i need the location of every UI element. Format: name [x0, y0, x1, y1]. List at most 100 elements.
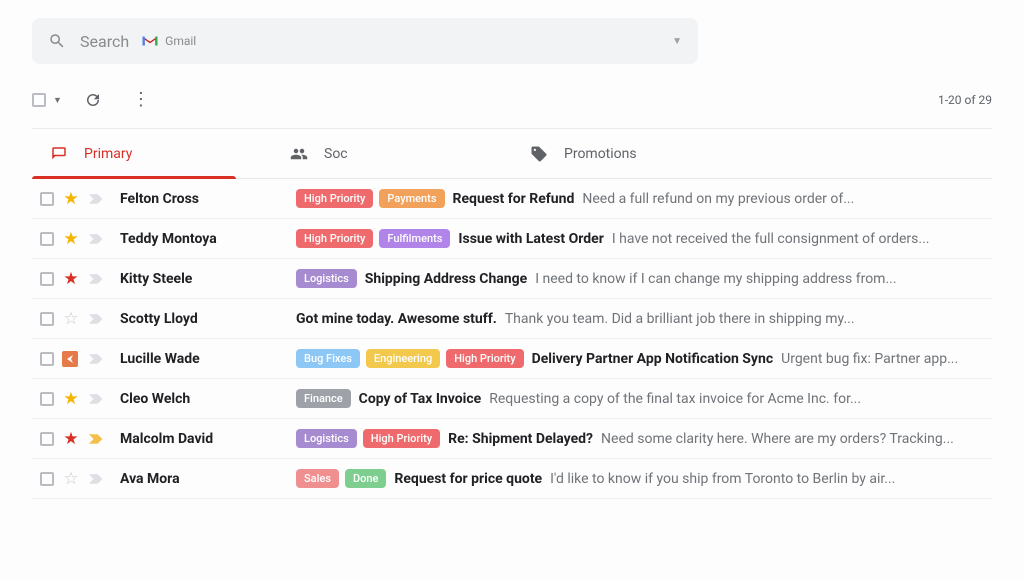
subject: Got mine today. Awesome stuff.: [296, 311, 497, 327]
select-all[interactable]: ▼: [32, 93, 62, 107]
row-content: Sales Done Request for price quote I'd like…: [296, 469, 984, 488]
sender: Felton Cross: [120, 191, 296, 207]
email-row[interactable]: ★ Teddy MontoyaHigh Priority Fulfilments Is…: [32, 219, 992, 259]
label[interactable]: Logistics: [296, 269, 357, 288]
email-row[interactable]: ★Kitty SteeleLogisticsShipping Address C…: [32, 259, 992, 299]
pagination-range: 1-20 of 29: [938, 93, 992, 107]
label[interactable]: High Priority: [446, 349, 523, 368]
importance-icon[interactable]: [88, 193, 106, 205]
snippet: I'd like to know if you ship from Toront…: [550, 471, 895, 487]
email-row[interactable]: Lucille WadeBug Fixes Engineering High Pri…: [32, 339, 992, 379]
label[interactable]: Done: [345, 469, 386, 488]
subject: Issue with Latest Order: [458, 231, 603, 247]
label[interactable]: Logistics: [296, 429, 357, 448]
snippet: Requesting a copy of the final tax invoi…: [489, 391, 861, 407]
row-content: Logistics High Priority Re: Shipment Delay…: [296, 429, 984, 448]
importance-icon[interactable]: [88, 313, 106, 325]
label-group: Bug Fixes Engineering High Priority: [296, 349, 524, 368]
star-icon[interactable]: ★: [62, 429, 80, 449]
star-icon[interactable]: ☆: [62, 309, 80, 329]
row-checkbox[interactable]: [40, 312, 54, 326]
importance-icon[interactable]: [88, 473, 106, 485]
sender: Teddy Montoya: [120, 231, 296, 247]
email-row[interactable]: ★ Cleo WelchFinanceCopy of Tax InvoiceReq…: [32, 379, 992, 419]
snippet: Need a full refund on my previous order …: [582, 191, 854, 207]
label-group: Logistics: [296, 269, 357, 288]
select-all-checkbox[interactable]: [32, 93, 46, 107]
category-tabs: Primary Soc Promotions: [32, 129, 992, 179]
importance-icon[interactable]: [88, 393, 106, 405]
email-row[interactable]: ★Felton CrossHigh PriorityPaymentsReques…: [32, 179, 992, 219]
inbox-icon: [50, 145, 68, 163]
tab-primary[interactable]: Primary: [32, 129, 272, 178]
toolbar: ▼ ⋮ 1-20 of 29: [32, 80, 992, 120]
star-icon[interactable]: ★: [62, 269, 80, 289]
search-icon: [48, 32, 66, 50]
sender: Malcolm David: [120, 431, 296, 447]
snippet: I need to know if I can change my shippi…: [535, 271, 896, 287]
row-content: High Priority Fulfilments Issue with Lates…: [296, 229, 984, 248]
label[interactable]: Payments: [379, 189, 444, 208]
tab-label: Soc: [324, 146, 348, 162]
snippet: Need some clarity here. Where are my ord…: [601, 431, 954, 447]
label[interactable]: Finance: [296, 389, 351, 408]
search-dropdown-icon[interactable]: ▼: [672, 36, 682, 47]
tab-promotions[interactable]: Promotions: [512, 129, 752, 178]
row-checkbox[interactable]: [40, 432, 54, 446]
label-group: High Priority Fulfilments: [296, 229, 450, 248]
sender: Cleo Welch: [120, 391, 296, 407]
row-checkbox[interactable]: [40, 192, 54, 206]
row-checkbox[interactable]: [40, 392, 54, 406]
label[interactable]: Sales: [296, 469, 339, 488]
search-scope: Gmail: [141, 34, 196, 48]
row-content: High PriorityPaymentsRequest for RefundN…: [296, 189, 984, 208]
tab-label: Promotions: [564, 146, 637, 162]
subject: Re: Shipment Delayed?: [448, 431, 593, 447]
subject: Delivery Partner App Notification Sync: [532, 351, 774, 367]
row-checkbox[interactable]: [40, 352, 54, 366]
search-placeholder: Search: [80, 32, 129, 51]
row-checkbox[interactable]: [40, 272, 54, 286]
row-content: FinanceCopy of Tax InvoiceRequesting a c…: [296, 389, 984, 408]
refresh-button[interactable]: [84, 91, 102, 109]
email-list: ★Felton CrossHigh PriorityPaymentsReques…: [32, 179, 992, 499]
search-bar[interactable]: Search Gmail ▼: [32, 18, 698, 64]
tab-label: Primary: [84, 146, 132, 162]
star-icon[interactable]: ★: [62, 229, 80, 249]
row-content: Bug Fixes Engineering High Priority Deliver…: [296, 349, 984, 368]
tab-social[interactable]: Soc: [272, 129, 512, 178]
label[interactable]: Engineering: [366, 349, 440, 368]
snippet: Urgent bug fix: Partner app...: [781, 351, 958, 367]
more-button[interactable]: ⋮: [132, 91, 150, 109]
people-icon: [290, 145, 308, 163]
label[interactable]: Fulfilments: [379, 229, 450, 248]
row-content: LogisticsShipping Address ChangeI need t…: [296, 269, 984, 288]
row-checkbox[interactable]: [40, 472, 54, 486]
label[interactable]: High Priority: [363, 429, 440, 448]
snippet: Thank you team. Did a brilliant job ther…: [505, 311, 855, 327]
email-row[interactable]: ★ Malcolm DavidLogistics High Priority Re: …: [32, 419, 992, 459]
snippet: I have not received the full consignment…: [612, 231, 930, 247]
star-icon[interactable]: ★: [62, 389, 80, 409]
label[interactable]: High Priority: [296, 189, 373, 208]
label[interactable]: High Priority: [296, 229, 373, 248]
sender: Scotty Lloyd: [120, 311, 296, 327]
importance-icon[interactable]: [88, 433, 106, 445]
star-icon[interactable]: ☆: [62, 469, 80, 489]
caret-down-icon[interactable]: ▼: [53, 95, 62, 106]
star-icon[interactable]: ★: [62, 189, 80, 209]
sender: Ava Mora: [120, 471, 296, 487]
importance-icon[interactable]: [88, 353, 106, 365]
email-row[interactable]: ☆ Ava MoraSales Done Request for price quot…: [32, 459, 992, 499]
importance-icon[interactable]: [88, 273, 106, 285]
gmail-logo-icon: [141, 34, 159, 48]
tag-icon: [530, 145, 548, 163]
label-group: Sales Done: [296, 469, 386, 488]
email-row[interactable]: ☆ Scotty LloydGot mine today. Awesome stu…: [32, 299, 992, 339]
label[interactable]: Bug Fixes: [296, 349, 360, 368]
importance-icon[interactable]: [88, 233, 106, 245]
subject: Request for price quote: [394, 471, 542, 487]
sender: Lucille Wade: [120, 351, 296, 367]
star-icon[interactable]: [62, 351, 80, 367]
row-checkbox[interactable]: [40, 232, 54, 246]
